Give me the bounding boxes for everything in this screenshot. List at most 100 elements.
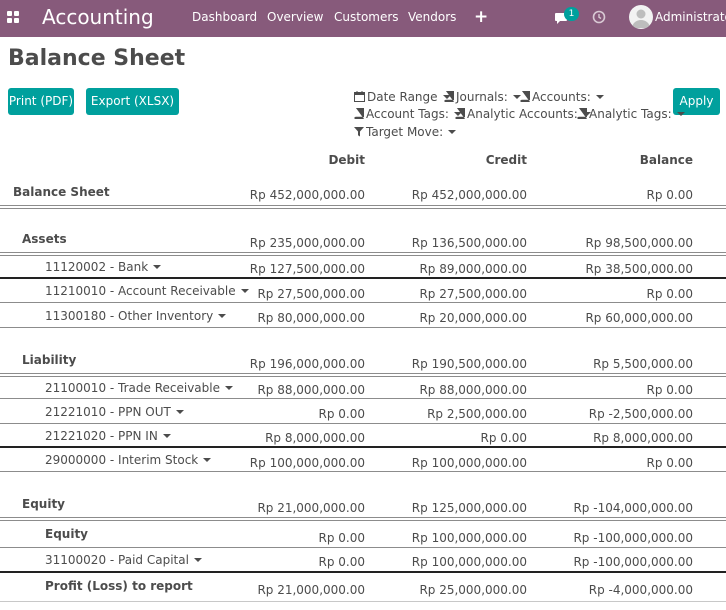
journals-filter[interactable]: Journals: [444, 90, 521, 104]
balance-value: Rp 0.00 [646, 188, 694, 202]
accounts-filter[interactable]: Accounts: [520, 90, 604, 104]
debit-value: Rp 0.00 [318, 407, 366, 421]
book-icon [577, 108, 587, 119]
book-icon [455, 108, 465, 119]
debit-value: Rp 21,000,000.00 [257, 583, 365, 597]
divider [0, 327, 726, 328]
account-row-account-receivable[interactable]: 11210010 - Account Receivable [45, 284, 249, 298]
credit-value: Rp 100,000,000.00 [411, 456, 527, 470]
balance-value: Rp -4,000,000.00 [588, 583, 693, 597]
grid-icon[interactable] [7, 11, 20, 24]
column-header-debit: Debit [328, 153, 365, 167]
column-header-credit: Credit [485, 153, 527, 167]
menu-dashboard[interactable]: Dashboard [192, 10, 257, 25]
balance-value: Rp 0.00 [646, 383, 694, 397]
account-label: 21221010 - PPN OUT [45, 405, 171, 419]
account-row-other-inventory[interactable]: 11300180 - Other Inventory [45, 309, 227, 323]
analytic-accounts-filter[interactable]: Analytic Accounts: [455, 107, 591, 121]
credit-value: Rp 100,000,000.00 [411, 555, 527, 569]
print-pdf-button[interactable]: Print (PDF) [8, 88, 74, 115]
debit-value: Rp 196,000,000.00 [249, 357, 365, 371]
debit-value: Rp 8,000,000.00 [265, 431, 365, 445]
account-label: 21100010 - Trade Receivable [45, 381, 220, 395]
debit-value: Rp 127,500,000.00 [249, 262, 365, 276]
top-navbar: Accounting Dashboard Overview Customers … [0, 0, 726, 37]
balance-value: Rp 8,000,000.00 [593, 431, 693, 445]
divider [0, 255, 726, 256]
account-label: 31100020 - Paid Capital [45, 553, 189, 567]
balance-value: Rp 98,500,000.00 [585, 236, 693, 250]
book-icon [520, 91, 530, 102]
column-header-balance: Balance [639, 153, 693, 167]
divider [0, 601, 726, 602]
divider [0, 205, 726, 206]
account-row-bank[interactable]: 11120002 - Bank [45, 260, 162, 274]
debit-value: Rp 235,000,000.00 [249, 236, 365, 250]
credit-value: Rp 2,500,000.00 [427, 407, 527, 421]
caret-down-icon [240, 289, 249, 293]
credit-value: Rp 136,500,000.00 [411, 236, 527, 250]
caret-down-icon [175, 410, 184, 414]
account-label: 21221020 - PPN IN [45, 429, 158, 443]
balance-value: Rp 5,500,000.00 [593, 357, 693, 371]
menu-overview[interactable]: Overview [267, 10, 324, 25]
target-move-filter[interactable]: Target Move: [354, 125, 457, 139]
journals-label: Journals: [456, 90, 508, 104]
account-row-ppn-in[interactable]: 21221020 - PPN IN [45, 429, 171, 443]
page-title: Balance Sheet [8, 46, 186, 71]
plus-icon[interactable]: + [474, 7, 488, 27]
calendar-icon [354, 91, 365, 102]
balance-value: Rp -104,000,000.00 [573, 501, 693, 515]
divider [0, 277, 726, 279]
account-row-interim-stock[interactable]: 29000000 - Interim Stock [45, 453, 212, 467]
credit-value: Rp 20,000,000.00 [419, 311, 527, 325]
row-label-balance-sheet: Balance Sheet [13, 185, 110, 199]
account-label: 11210010 - Account Receivable [45, 284, 236, 298]
divider [0, 302, 726, 303]
credit-value: Rp 452,000,000.00 [411, 188, 527, 202]
divider [0, 571, 726, 573]
debit-value: Rp 21,000,000.00 [257, 501, 365, 515]
credit-value: Rp 125,000,000.00 [411, 501, 527, 515]
debit-value: Rp 0.00 [318, 555, 366, 569]
divider [0, 398, 726, 399]
divider [0, 423, 726, 424]
divider [0, 373, 726, 374]
account-row-trade-receivable[interactable]: 21100010 - Trade Receivable [45, 381, 233, 395]
debit-value: Rp 0.00 [318, 531, 366, 545]
menu-vendors[interactable]: Vendors [408, 10, 456, 25]
analytic-tags-filter[interactable]: Analytic Tags: [577, 107, 685, 121]
balance-value: Rp -2,500,000.00 [588, 407, 693, 421]
date-range-filter[interactable]: Date Range [354, 90, 451, 104]
avatar[interactable] [629, 5, 653, 29]
row-label-profit-loss: Profit (Loss) to report [45, 579, 193, 593]
accounts-label: Accounts: [532, 90, 591, 104]
menu-customers[interactable]: Customers [334, 10, 399, 25]
analytic-tags-label: Analytic Tags: [589, 107, 672, 121]
account-label: 29000000 - Interim Stock [45, 453, 199, 467]
row-label-assets: Assets [22, 232, 67, 246]
caret-down-icon [218, 314, 227, 318]
credit-value: Rp 190,500,000.00 [411, 357, 527, 371]
balance-value: Rp 38,500,000.00 [585, 262, 693, 276]
row-label-liability: Liability [22, 353, 77, 367]
caret-down-icon [153, 265, 162, 269]
account-row-ppn-out[interactable]: 21221010 - PPN OUT [45, 405, 184, 419]
clock-icon[interactable] [592, 10, 606, 24]
caret-down-icon [225, 386, 233, 390]
book-icon [354, 108, 364, 119]
divider [0, 471, 726, 472]
user-menu[interactable]: Administrator [655, 10, 726, 25]
export-xlsx-button[interactable]: Export (XLSX) [86, 88, 179, 115]
funnel-icon [354, 127, 364, 137]
balance-value: Rp 0.00 [646, 456, 694, 470]
credit-value: Rp 100,000,000.00 [411, 531, 527, 545]
caret-down-icon [203, 458, 212, 462]
account-row-paid-capital[interactable]: 31100020 - Paid Capital [45, 553, 202, 567]
caret-down-icon [162, 434, 171, 438]
account-tags-filter[interactable]: Account Tags: [354, 107, 462, 121]
debit-value: Rp 80,000,000.00 [257, 311, 365, 325]
account-tags-label: Account Tags: [366, 107, 449, 121]
divider [0, 517, 726, 518]
debit-value: Rp 27,500,000.00 [257, 287, 365, 301]
